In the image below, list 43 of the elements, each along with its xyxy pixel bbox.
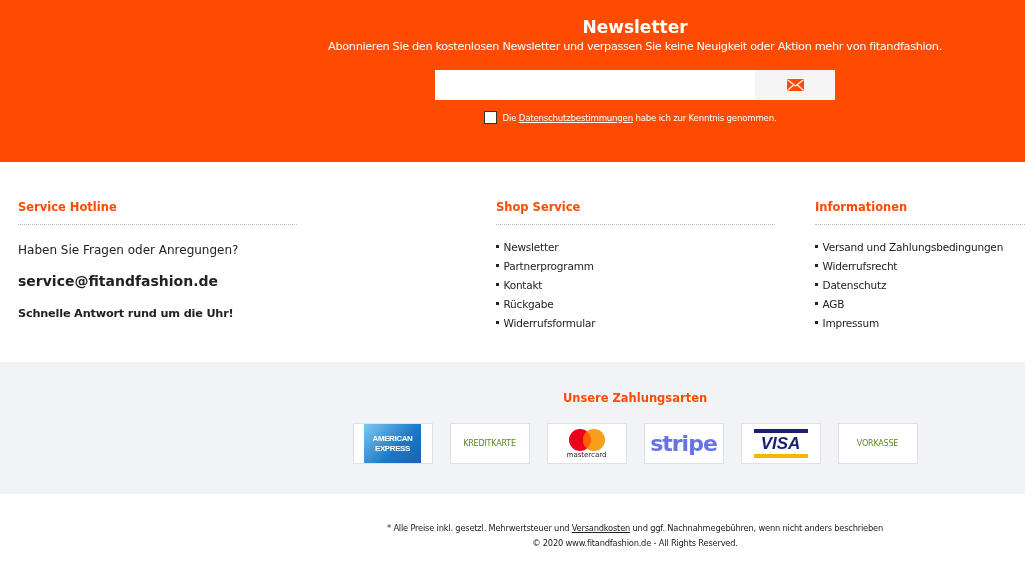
bullet-icon — [815, 283, 818, 286]
subscribe-button[interactable] — [755, 70, 835, 100]
bullet-icon — [815, 264, 818, 267]
consent-text: Die Datenschutzbestimmungen habe ich zur Kenntnis genommen. — [502, 112, 777, 123]
circles-icon — [567, 428, 606, 452]
payment-logo: VISA — [740, 423, 821, 464]
footer-link[interactable]: Widerrufsformular — [503, 316, 596, 329]
footer-link[interactable]: AGB — [822, 297, 845, 310]
payment-logo: VORKASSE — [837, 423, 918, 464]
footer-link[interactable]: Impressum — [822, 316, 880, 329]
payment-logo: stripe — [643, 423, 724, 464]
footer-link[interactable]: Rückgabe — [503, 297, 554, 310]
bullet-icon — [496, 283, 499, 286]
copyright-text: © 2020 www.fitandfashion.de - All Rights Reserved. — [532, 538, 738, 548]
bullet-icon — [815, 245, 818, 248]
consent-checkbox[interactable] — [483, 111, 497, 124]
payment-logo: AMERICAN EXPRESS — [352, 423, 433, 464]
email-input-field[interactable] — [435, 70, 755, 100]
footer-link[interactable]: Kontakt — [503, 278, 543, 291]
column-heading: Service Hotline — [18, 200, 297, 225]
newsletter-description: Abonnieren Sie den kostenlosen Newsletter und verpassen Sie keine Neuigkeit oder Aktion mehr von fitandfashion. — [328, 40, 942, 53]
footer-link[interactable]: Versand und Zahlungsbedingungen — [822, 240, 1004, 253]
bullet-icon — [815, 321, 818, 324]
support-note: Schnelle Antwort rund um die Uhr! — [18, 307, 235, 320]
payment-heading: Unsere Zahlungsarten — [562, 391, 708, 405]
newsletter-title: Newsletter — [582, 17, 688, 37]
question-text: Haben Sie Fragen oder Anregungen? — [18, 243, 240, 257]
footer-link[interactable]: Datenschutz — [822, 278, 887, 291]
column-heading: Informationen — [815, 200, 1025, 225]
shipping-link[interactable]: Versandkosten — [571, 523, 631, 533]
bullet-icon — [496, 321, 499, 324]
column-heading: Shop Service — [496, 200, 775, 225]
footer-link[interactable]: Widerrufsrecht — [822, 259, 898, 272]
bullet-icon — [815, 302, 818, 305]
footer-link[interactable]: Newsletter — [503, 240, 559, 253]
bullet-icon — [496, 264, 499, 267]
price-note: * Alle Preise inkl. gesetzl. Mehrwertsteuer und Versandkosten und ggf. Nachnahmegebühren, wenn nicht anders beschrieben — [387, 523, 883, 533]
bullet-icon — [496, 302, 499, 305]
bullet-icon — [496, 245, 499, 248]
payment-logo: KREDITKARTE — [449, 423, 530, 464]
email-address: service@fitandfashion.de — [18, 273, 219, 289]
envelope-icon — [786, 79, 804, 91]
footer-link[interactable]: Partnerprogramm — [503, 259, 594, 272]
